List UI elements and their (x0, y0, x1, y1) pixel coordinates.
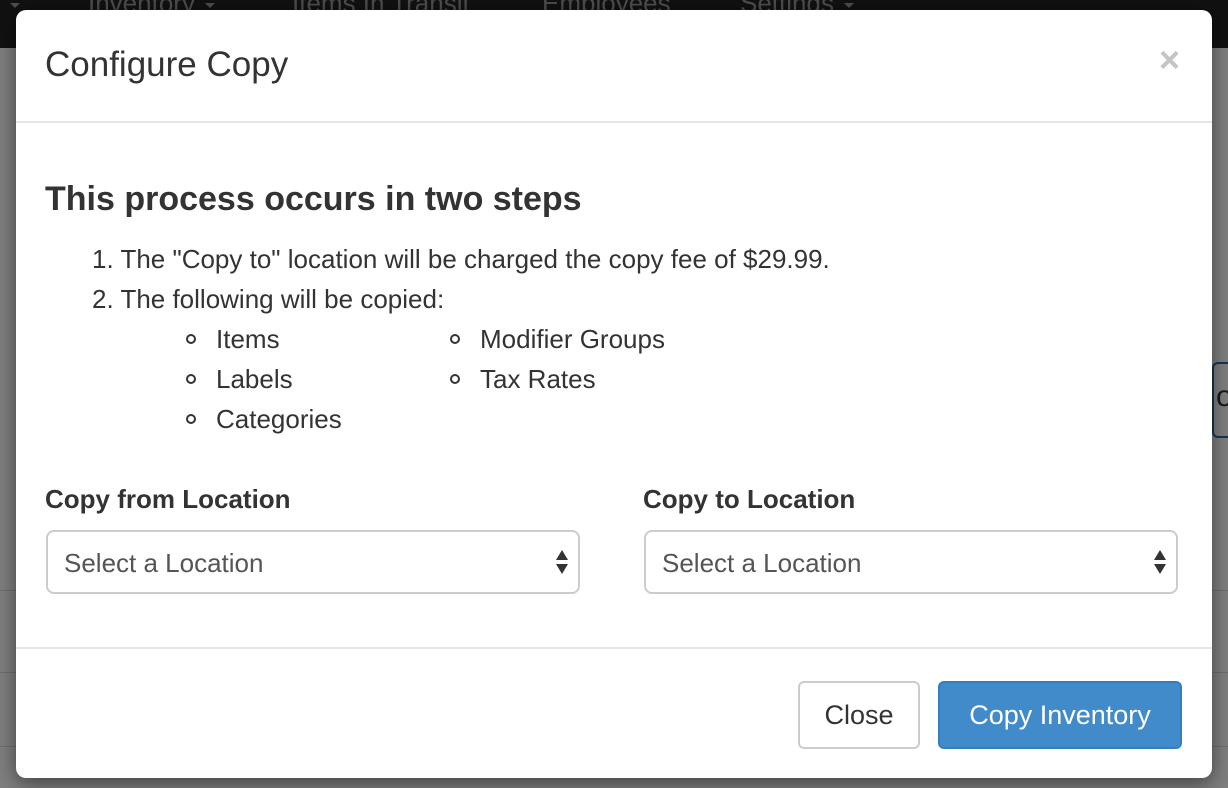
select-arrows-icon (1154, 550, 1166, 576)
copied-item-label: Labels (216, 364, 293, 394)
copied-list-item: Categories (186, 403, 342, 435)
copy-to-location-select[interactable]: Select a Location (644, 530, 1178, 594)
copied-item-label: Tax Rates (480, 364, 596, 394)
select-arrows-icon (556, 550, 568, 576)
bullet-circle-icon (186, 414, 196, 425)
copied-item-label: Items (216, 324, 280, 354)
copied-list-item: Tax Rates (450, 363, 596, 395)
bullet-circle-icon (186, 374, 196, 385)
copy-from-label: Copy from Location (45, 484, 291, 514)
bullet-circle-icon (450, 374, 460, 385)
copied-list-item: Items (186, 323, 280, 355)
copy-to-label: Copy to Location (643, 484, 856, 514)
modal-title: Configure Copy (45, 45, 289, 84)
copied-list-item: Modifier Groups (450, 323, 665, 355)
copied-item-label: Modifier Groups (480, 324, 665, 354)
close-icon[interactable]: × (1159, 42, 1180, 78)
process-heading: This process occurs in two steps (45, 180, 582, 218)
copy-inventory-button[interactable]: Copy Inventory (938, 681, 1182, 749)
modal-header: Configure Copy × (16, 10, 1212, 123)
copy-from-location-select[interactable]: Select a Location (46, 530, 580, 594)
copied-list-item: Labels (186, 363, 293, 395)
step-item: 2. The following will be copied: (92, 284, 445, 314)
copied-item-label: Categories (216, 404, 342, 434)
bullet-circle-icon (186, 334, 196, 345)
close-button[interactable]: Close (798, 681, 920, 749)
select-value: Select a Location (662, 548, 862, 578)
bullet-circle-icon (450, 334, 460, 345)
select-value: Select a Location (64, 548, 264, 578)
modal-body: This process occurs in two steps 1. The … (16, 123, 1212, 647)
step-item: 1. The "Copy to" location will be charge… (92, 244, 830, 274)
modal-footer: Close Copy Inventory (16, 647, 1212, 778)
configure-copy-modal: Configure Copy × This process occurs in … (16, 10, 1212, 778)
